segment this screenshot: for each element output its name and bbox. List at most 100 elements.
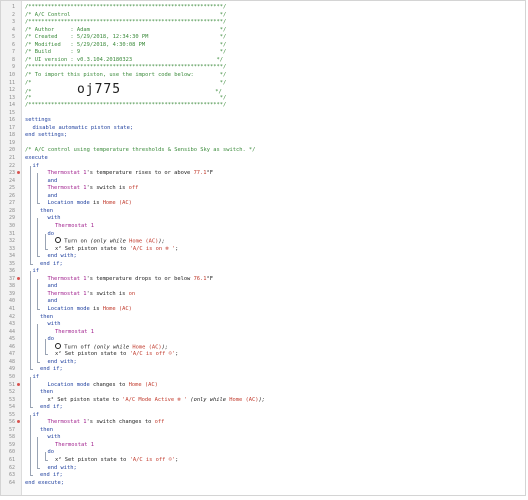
value-text[interactable]: off [155,419,165,425]
code-text: °F [206,275,214,282]
comment-text: /* */ [25,79,227,86]
device-name[interactable]: Thermostat 1 [48,170,87,176]
condition-text: ); [258,396,266,403]
block-guide-end [44,460,48,461]
keyword-text: if [32,373,40,380]
keyword-text: then [40,313,53,320]
keyword-text: with [47,215,61,222]
keyword-text: execute [25,155,48,161]
code-text: ; [175,457,179,463]
piston-code-view: 1 2 3 4 5 6 7 8 9 10 11 12 13 14 15 16 17 18 19 20 21 22 23 24 2… [0,0,526,496]
code-text: Set piston state to [61,245,130,252]
block-guide-end [37,309,40,310]
comment-text: /* A/C Control */ [25,11,227,18]
string-literal: 'A/C is off ☹' [129,457,176,463]
warning-icon[interactable] [17,382,20,386]
keyword-text: do [47,336,55,343]
comment-text: /* A/C control using temperature thresho… [25,147,256,154]
code-text: is [89,306,103,312]
comment-text: /***************************************… [25,64,227,71]
block-guide [37,278,38,309]
string-literal: 'A/C is off ☹' [129,351,176,358]
block-guide [29,165,31,264]
value-text[interactable]: Home (AC) [103,306,132,312]
code-text: ; [175,351,179,358]
warning-icon[interactable] [17,171,20,175]
code-line[interactable]: end execute; [25,479,521,487]
value-text[interactable]: Home (AC) [129,382,158,388]
block-guide-end [29,475,33,477]
comment-text: /* UI version : v0.3.104.20180323 */ [25,56,223,63]
string-literal: 'A/C is on ❄ ' [129,245,176,252]
device-name[interactable]: Thermostat 1 [55,329,94,335]
device-name[interactable]: Thermostat 1 [48,291,87,297]
comment-text: /* Created : 5/29/2018, 12:34:30 PM */ [25,34,227,41]
value-text[interactable]: 76.1 [194,276,207,282]
keyword-text: then [40,389,53,396]
keyword-text: end with; [47,358,77,365]
code-text: Set piston state to [54,396,123,403]
block-guide-end [44,354,48,356]
attribute-name[interactable]: Location mode [48,306,90,312]
comment-text: /* Modified : 5/29/2018, 4:30:08 PM */ [25,41,227,48]
warning-icon[interactable] [17,420,20,424]
warning-icon[interactable] [17,276,20,280]
keyword-text: with [47,434,61,441]
comment-text: /***************************************… [25,19,227,26]
code-text: 's switch changes to [86,419,155,426]
keyword-text: end if; [40,472,63,479]
keyword-text: then [40,426,53,433]
keyword-text: end execute; [25,479,64,486]
code-text: is [89,200,103,207]
device-name[interactable]: Thermostat 1 [48,419,87,425]
keyword-text: end if; [40,366,63,373]
block-guide [44,452,46,460]
attribute-name[interactable]: Location mode [48,200,90,206]
block-guide [44,339,46,355]
block-guide [37,218,38,257]
block-guide [44,233,46,249]
comment-text: /* */ [25,94,227,101]
value-text[interactable]: Home (AC) [103,200,132,206]
block-guide-end [29,369,33,371]
line-number: 64 [8,479,15,486]
keyword-text: and [47,283,58,290]
string-literal: 'A/C Mode Active ❄ ' [122,396,188,403]
keyword-text: and [47,177,58,184]
value-text[interactable]: 77.1 [194,170,207,176]
condition-text: (only while [187,396,230,403]
value-text[interactable]: off [129,185,139,191]
keyword-text: end settings; [25,132,68,139]
comment-text: /* To import this piston, use the import… [25,71,227,78]
keyword-text: do [47,449,55,456]
block-guide-end [37,361,40,363]
device-name[interactable]: Thermostat 1 [55,223,94,229]
block-guide [37,173,38,204]
keyword-text: end with; [47,253,77,260]
block-guide [29,414,31,476]
keyword-text: end if; [40,404,63,411]
value-text[interactable]: Home (AC) [229,397,258,403]
block-guide [37,437,38,468]
block-guide [29,271,31,370]
keyword-text: do [47,230,55,237]
code-text: 's switch is [86,185,129,192]
block-guide [37,324,38,362]
attribute-name[interactable]: Location mode [48,382,90,388]
code-text: Set piston state to [61,351,130,358]
line-number-gutter: 1 2 3 4 5 6 7 8 9 10 11 12 13 14 15 16 17 18 19 20 21 22 23 24 2… [1,1,22,495]
keyword-text: end if; [40,260,63,267]
device-name[interactable]: Thermostat 1 [55,442,94,448]
keyword-text: end with; [47,464,77,471]
keyword-text: settings [25,117,51,124]
keyword-text: and [47,298,58,305]
value-text[interactable]: on [129,291,136,297]
device-name[interactable]: Thermostat 1 [48,185,87,191]
keyword-text: then [40,207,53,214]
device-name[interactable]: Thermostat 1 [48,276,87,282]
block-guide-end [37,467,40,469]
code-text: 's temperature rises to or above [86,170,194,177]
block-guide [29,376,31,408]
keyword-text: if [32,411,40,418]
block-guide-end [29,263,33,265]
